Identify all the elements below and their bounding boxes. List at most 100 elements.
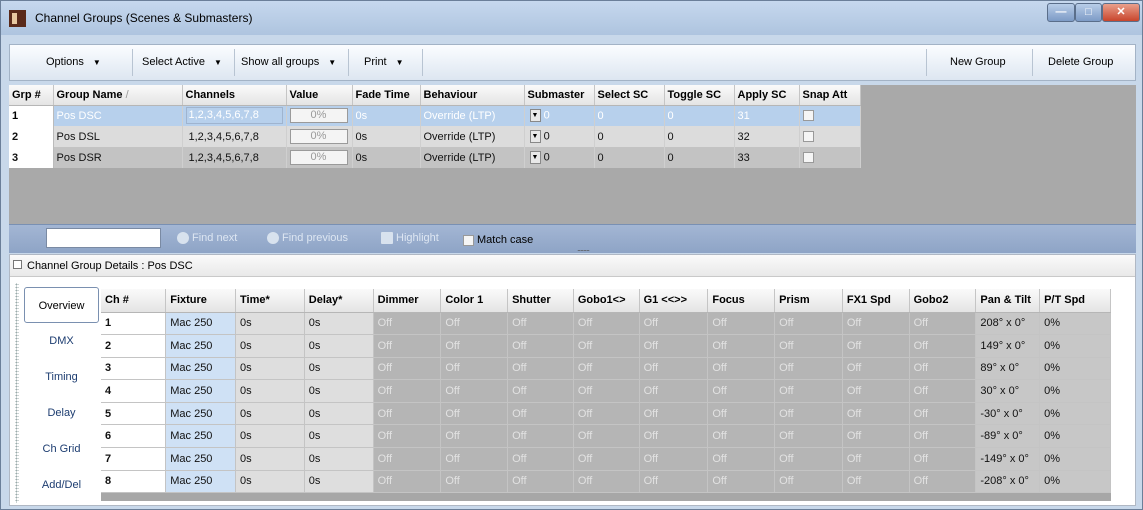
color1-cell[interactable]: Off bbox=[440, 334, 509, 358]
prism-cell[interactable]: Off bbox=[774, 379, 843, 403]
channels-cell[interactable]: 1,2,3,4,5,6,7,8 bbox=[182, 147, 287, 168]
focus-cell[interactable]: Off bbox=[707, 312, 776, 336]
snap-att-checkbox[interactable] bbox=[802, 152, 814, 164]
toggle-sc-cell[interactable]: 0 bbox=[664, 105, 735, 126]
delay-cell[interactable]: 0s bbox=[304, 447, 374, 471]
delay-cell[interactable]: 0s bbox=[304, 334, 374, 358]
time-cell[interactable]: 0s bbox=[235, 447, 305, 471]
gobo1-cell[interactable]: Off bbox=[573, 379, 640, 403]
table-row[interactable]: 8 Mac 250 0s 0s Off Off Off Off Off Off Off Off Off -… bbox=[101, 470, 1111, 494]
col-header[interactable]: G1 <<>> bbox=[639, 289, 709, 313]
col-header[interactable]: Delay* bbox=[304, 289, 374, 313]
gobo1-cell[interactable]: Off bbox=[573, 312, 640, 336]
time-cell[interactable]: 0s bbox=[235, 334, 305, 358]
snap-att-checkbox[interactable] bbox=[802, 110, 814, 122]
dimmer-cell[interactable]: Off bbox=[373, 402, 442, 426]
dimmer-cell[interactable]: Off bbox=[373, 357, 442, 381]
col-header-channels[interactable]: Channels bbox=[182, 85, 287, 106]
pan-tilt-cell[interactable]: -89° x 0° bbox=[975, 424, 1041, 449]
select-sc-cell[interactable]: 0 bbox=[594, 105, 665, 126]
focus-cell[interactable]: Off bbox=[707, 357, 776, 381]
tab-overview[interactable]: Overview bbox=[24, 287, 99, 323]
fade-time-cell[interactable]: 0s bbox=[352, 105, 421, 126]
fade-time-cell[interactable]: 0s bbox=[352, 126, 421, 147]
maximize-button[interactable]: □ bbox=[1075, 3, 1102, 22]
gobo1-cell[interactable]: Off bbox=[573, 447, 640, 471]
fixture-cell[interactable]: Mac 250 bbox=[165, 402, 237, 426]
time-cell[interactable]: 0s bbox=[235, 402, 305, 426]
fx1-spd-cell[interactable]: Off bbox=[842, 312, 910, 336]
channel-number-cell[interactable]: 3 bbox=[101, 357, 167, 381]
g1-cell[interactable]: Off bbox=[639, 312, 709, 336]
table-row[interactable]: 5 Mac 250 0s 0s Off Off Off Off Off Off Off Off Off -… bbox=[101, 402, 1111, 426]
channel-number-cell[interactable]: 8 bbox=[101, 470, 167, 494]
pt-spd-cell[interactable]: 0% bbox=[1039, 334, 1111, 358]
fixture-cell[interactable]: Mac 250 bbox=[165, 379, 237, 403]
pt-spd-cell[interactable]: 0% bbox=[1039, 357, 1111, 381]
tab-delay[interactable]: Delay bbox=[24, 395, 99, 431]
focus-cell[interactable]: Off bbox=[707, 470, 776, 494]
delay-cell[interactable]: 0s bbox=[304, 470, 374, 494]
pan-tilt-cell[interactable]: -30° x 0° bbox=[975, 402, 1041, 426]
fixture-cell[interactable]: Mac 250 bbox=[165, 334, 237, 358]
time-cell[interactable]: 0s bbox=[235, 379, 305, 403]
table-row[interactable]: 3 Mac 250 0s 0s Off Off Off Off Off Off Off Off Off 8… bbox=[101, 357, 1111, 381]
col-header-behaviour[interactable]: Behaviour bbox=[420, 85, 525, 106]
dimmer-cell[interactable]: Off bbox=[373, 312, 442, 336]
channel-number-cell[interactable]: 5 bbox=[101, 402, 167, 426]
prism-cell[interactable]: Off bbox=[774, 312, 843, 336]
time-cell[interactable]: 0s bbox=[235, 357, 305, 381]
color1-cell[interactable]: Off bbox=[440, 312, 509, 336]
close-button[interactable]: ✕ bbox=[1102, 3, 1140, 22]
gobo2-cell[interactable]: Off bbox=[909, 379, 977, 403]
delay-cell[interactable]: 0s bbox=[304, 424, 374, 449]
col-header[interactable]: Fixture bbox=[165, 289, 237, 313]
grip-handle[interactable] bbox=[15, 283, 19, 503]
snap-att-checkbox[interactable] bbox=[802, 131, 814, 143]
gobo2-cell[interactable]: Off bbox=[909, 357, 977, 381]
behaviour-dropdown-button[interactable]: ▼ bbox=[529, 109, 541, 123]
find-previous-button[interactable]: Find previous bbox=[267, 232, 348, 245]
color1-cell[interactable]: Off bbox=[440, 424, 509, 449]
gobo2-cell[interactable]: Off bbox=[909, 424, 977, 449]
col-header[interactable]: Pan & Tilt bbox=[975, 289, 1041, 313]
find-next-button[interactable]: Find next bbox=[177, 232, 237, 245]
shutter-cell[interactable]: Off bbox=[507, 447, 574, 471]
value-field[interactable]: 0% bbox=[289, 150, 348, 165]
table-row[interactable]: 6 Mac 250 0s 0s Off Off Off Off Off Off Off Off Off -… bbox=[101, 424, 1111, 449]
prism-cell[interactable]: Off bbox=[774, 424, 843, 449]
color1-cell[interactable]: Off bbox=[440, 402, 509, 426]
title-bar[interactable]: Channel Groups (Scenes & Submasters) — □… bbox=[1, 1, 1142, 35]
focus-cell[interactable]: Off bbox=[707, 334, 776, 358]
behaviour-dropdown-button[interactable]: ▼ bbox=[529, 151, 541, 164]
col-header-select-sc[interactable]: Select SC bbox=[594, 85, 665, 106]
gobo2-cell[interactable]: Off bbox=[909, 312, 977, 336]
channel-number-cell[interactable]: 6 bbox=[101, 424, 167, 449]
pan-tilt-cell[interactable]: 208° x 0° bbox=[975, 312, 1041, 336]
pan-tilt-cell[interactable]: 30° x 0° bbox=[975, 379, 1041, 403]
col-header[interactable]: Time* bbox=[235, 289, 305, 313]
table-row[interactable]: 4 Mac 250 0s 0s Off Off Off Off Off Off Off Off Off 3… bbox=[101, 379, 1111, 403]
match-case-option[interactable]: Match case bbox=[463, 234, 533, 246]
g1-cell[interactable]: Off bbox=[639, 402, 709, 426]
match-case-checkbox[interactable] bbox=[463, 234, 474, 246]
pt-spd-cell[interactable]: 0% bbox=[1039, 470, 1111, 494]
g1-cell[interactable]: Off bbox=[639, 470, 709, 494]
prism-cell[interactable]: Off bbox=[774, 447, 843, 471]
col-header[interactable]: Prism bbox=[774, 289, 843, 313]
shutter-cell[interactable]: Off bbox=[507, 312, 574, 336]
pt-spd-cell[interactable]: 0% bbox=[1039, 312, 1111, 336]
snap-att-cell[interactable] bbox=[799, 105, 861, 126]
prism-cell[interactable]: Off bbox=[774, 470, 843, 494]
dimmer-cell[interactable]: Off bbox=[373, 424, 442, 449]
channel-number-cell[interactable]: 7 bbox=[101, 447, 167, 471]
value-cell[interactable]: 0% bbox=[286, 105, 353, 126]
fx1-spd-cell[interactable]: Off bbox=[842, 470, 910, 494]
minimize-button[interactable]: — bbox=[1047, 3, 1075, 22]
delete-group-button[interactable]: Delete Group bbox=[1048, 45, 1113, 80]
shutter-cell[interactable]: Off bbox=[507, 357, 574, 381]
behaviour-cell[interactable]: Override (LTP) bbox=[420, 105, 525, 126]
col-header-value[interactable]: Value bbox=[286, 85, 353, 106]
color1-cell[interactable]: Off bbox=[440, 447, 509, 471]
tab-dmx[interactable]: DMX bbox=[24, 323, 99, 359]
